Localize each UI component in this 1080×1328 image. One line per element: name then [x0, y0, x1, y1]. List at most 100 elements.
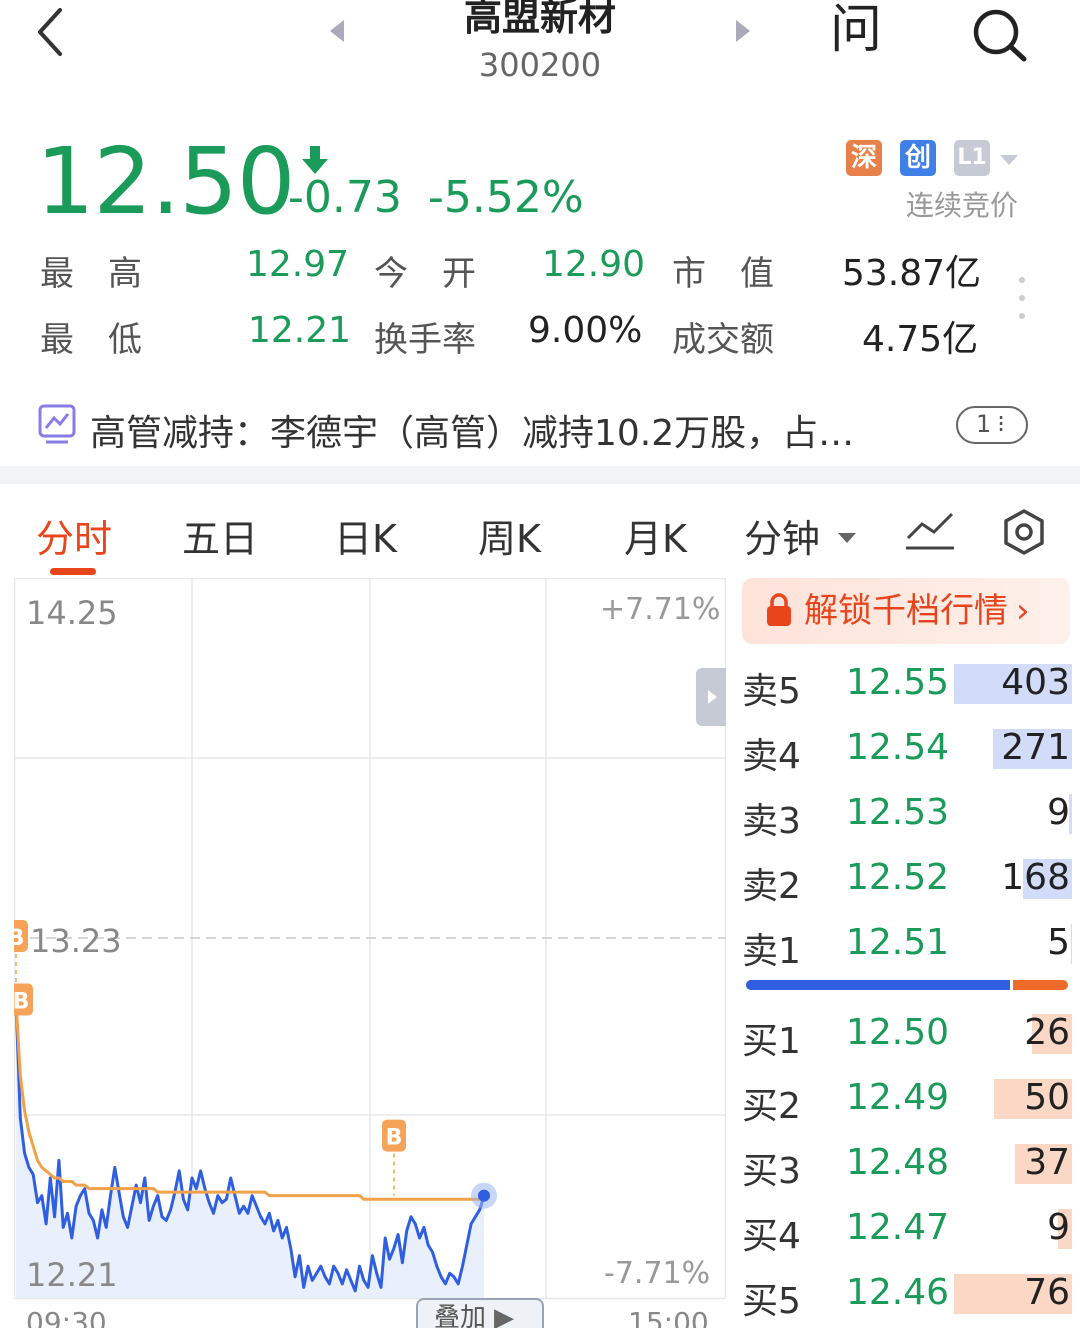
news-ticker[interactable]: 高管减持：李德宇（高管）减持10.2万股，占…	[90, 404, 920, 456]
pct-label-top: +7.71%	[600, 592, 721, 627]
stat-low-value: 12.21	[248, 310, 352, 351]
sell-volume: 9	[1047, 792, 1070, 833]
buy-marker-label: B	[386, 1126, 403, 1151]
tab-active-indicator	[50, 568, 96, 575]
news-pager[interactable]: 1 ⁝	[956, 406, 1028, 444]
stat-low-label: 最 低	[40, 320, 142, 360]
y-label-bottom: 12.21	[26, 1256, 118, 1294]
auction-status: 连续竞价	[906, 189, 1019, 222]
stat-high-value: 12.97	[246, 244, 350, 285]
tab-monthly-k[interactable]: 月K	[624, 508, 687, 563]
tab-intraday[interactable]: 分时	[36, 508, 112, 563]
buy-volume: 9	[1047, 1207, 1070, 1248]
buy-price: 12.47	[846, 1207, 950, 1248]
buy-price: 12.48	[846, 1142, 950, 1183]
next-stock-icon[interactable]	[736, 20, 750, 46]
buy-row[interactable]: 买4 12.47 9	[742, 1203, 1072, 1257]
sell-price: 12.51	[846, 922, 950, 963]
search-icon[interactable]	[970, 6, 1030, 66]
stat-turnover-label: 换手率	[374, 320, 476, 360]
sell-level-label: 卖1	[742, 931, 801, 972]
sell-level-label: 卖5	[742, 671, 801, 712]
buy-level-label: 买3	[742, 1151, 801, 1192]
chevron-down-icon[interactable]	[1000, 152, 1018, 171]
stat-mktcap-label: 市 值	[672, 254, 774, 294]
stock-name: 高盟新材	[463, 0, 616, 39]
tab-daily-k[interactable]: 日K	[334, 508, 397, 563]
buy-level-label: 买4	[742, 1216, 801, 1257]
settings-icon[interactable]	[1000, 508, 1048, 560]
tab-five-day[interactable]: 五日	[182, 508, 258, 563]
price-change: -0.73	[288, 172, 402, 223]
sell-price: 12.53	[846, 792, 950, 833]
tab-minute[interactable]: 分钟	[744, 508, 820, 563]
buy-level-label: 买2	[742, 1086, 801, 1127]
buy-row[interactable]: 买3 12.48 37	[742, 1138, 1072, 1192]
buy-row[interactable]: 买1 12.50 26	[742, 1008, 1072, 1062]
section-divider	[0, 466, 1080, 484]
sell-level-label: 卖3	[742, 801, 801, 842]
sell-volume: 271	[1001, 727, 1070, 768]
sell-volume-bar	[1071, 924, 1072, 964]
buy-level-label: 买5	[742, 1281, 801, 1322]
buy-price: 12.49	[846, 1077, 950, 1118]
price-change-pct: -5.52%	[428, 172, 584, 223]
sell-row[interactable]: 卖2 12.52 168	[742, 853, 1072, 907]
sell-volume: 168	[1001, 857, 1070, 898]
buy-price: 12.46	[846, 1272, 950, 1313]
market-badge-shenzhen: 深	[846, 140, 882, 176]
chevron-right-icon: ›	[1016, 591, 1030, 631]
buy-volume: 50	[1024, 1077, 1070, 1118]
buy-volume: 76	[1024, 1272, 1070, 1313]
market-badge-chuangye: 创	[900, 140, 936, 176]
sell-row[interactable]: 卖3 12.53 9	[742, 788, 1072, 842]
buy-row[interactable]: 买5 12.46 76	[742, 1268, 1072, 1322]
buy-row[interactable]: 买2 12.49 50	[742, 1073, 1072, 1127]
buy-volume: 37	[1024, 1142, 1070, 1183]
sell-price: 12.55	[846, 662, 950, 703]
expand-orderbook-handle[interactable]	[696, 668, 726, 726]
pager-dots-icon: ⁝	[997, 410, 1005, 438]
sell-volume: 403	[1001, 662, 1070, 703]
sell-level-label: 卖4	[742, 736, 801, 777]
stat-amount-label: 成交额	[672, 320, 774, 360]
sell-level-label: 卖2	[742, 866, 801, 907]
stat-open-value: 12.90	[542, 244, 646, 285]
sell-row[interactable]: 卖1 12.51 5	[742, 918, 1072, 972]
ratio-buy-segment	[746, 980, 1014, 990]
stat-high-label: 最 高	[40, 254, 142, 294]
sell-price: 12.54	[846, 727, 950, 768]
chevron-down-icon[interactable]	[838, 530, 856, 549]
more-dots-icon[interactable]	[1018, 276, 1026, 324]
x-label-start: 09:30	[26, 1306, 107, 1328]
buy-volume: 26	[1024, 1012, 1070, 1053]
stat-open-label: 今 开	[374, 254, 476, 294]
stock-code: 300200	[478, 46, 602, 84]
indicator-chart-icon[interactable]	[904, 510, 956, 554]
overlay-button[interactable]: 叠加 ▶	[416, 1298, 544, 1328]
ask-icon[interactable]: 问	[830, 0, 890, 60]
buy-marker-label: B	[14, 926, 24, 951]
tab-weekly-k[interactable]: 周K	[478, 508, 541, 563]
sell-row[interactable]: 卖4 12.54 271	[742, 723, 1072, 777]
buy-marker-label: B	[14, 990, 29, 1015]
stat-turnover-value: 9.00%	[528, 310, 643, 351]
sell-volume: 5	[1047, 922, 1070, 963]
lock-icon	[764, 592, 794, 632]
level-badge[interactable]: L1	[954, 140, 990, 176]
unlock-depth-label: 解锁千档行情	[804, 591, 1008, 631]
stat-mktcap-value: 53.87亿	[842, 253, 982, 294]
stat-amount-value: 4.75亿	[862, 319, 979, 360]
sell-row[interactable]: 卖5 12.55 403	[742, 658, 1072, 712]
news-chart-icon	[38, 404, 76, 448]
latest-price-dot	[478, 1189, 490, 1202]
news-pager-count: 1	[976, 410, 992, 438]
average-price-line	[14, 1001, 484, 1201]
y-label-mid: 13.23	[30, 922, 122, 960]
x-label-end: 15:00	[628, 1306, 709, 1328]
price-area	[16, 1001, 484, 1298]
play-icon: ▶	[494, 1303, 515, 1328]
sell-price: 12.52	[846, 857, 950, 898]
overlay-label: 叠加	[434, 1303, 487, 1328]
orderbook: 卖5 12.55 403 卖4 12.54 271 卖3 12.53 9 卖2 …	[742, 658, 1072, 1328]
